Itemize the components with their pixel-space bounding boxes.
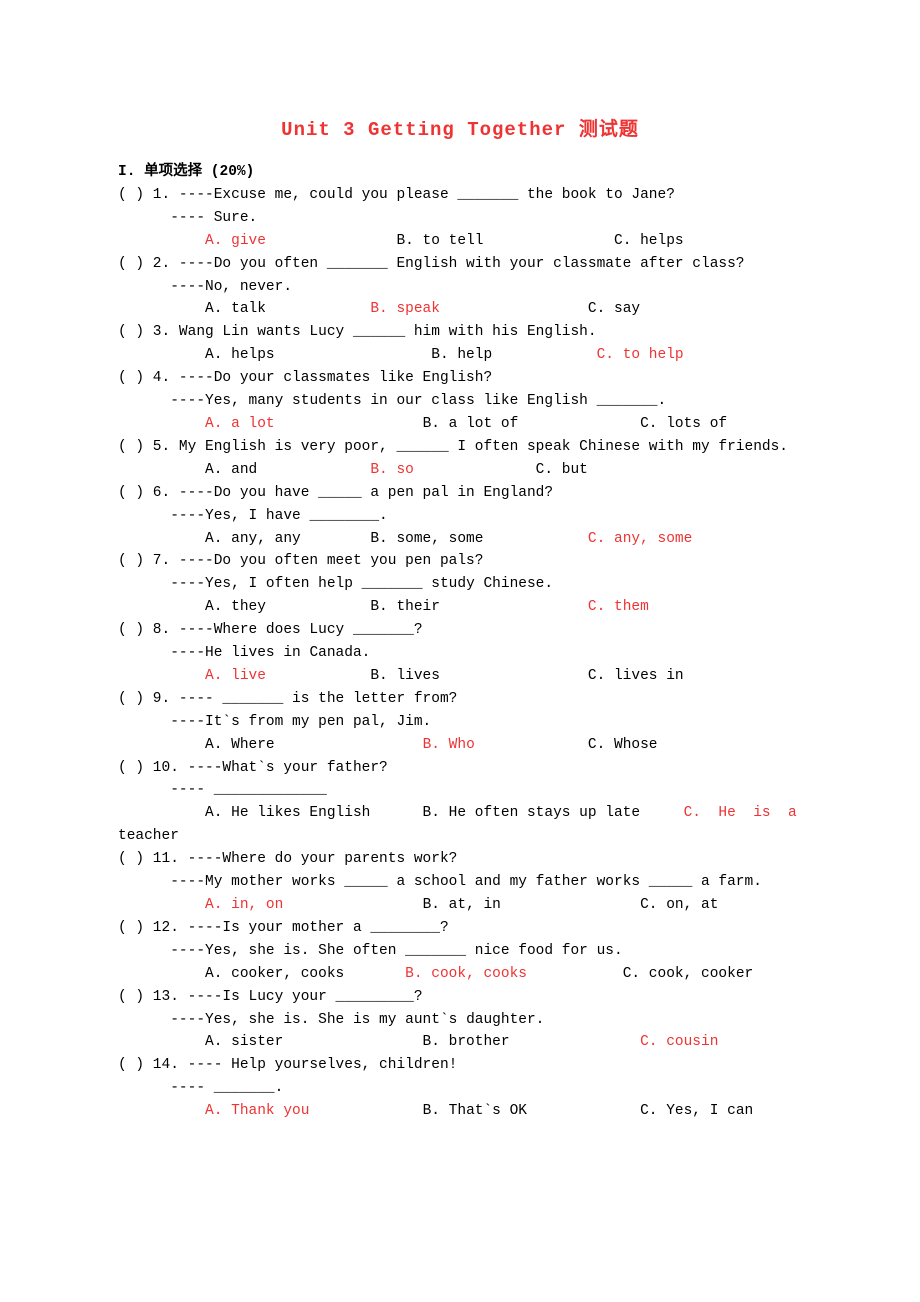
question-options: A. and B. so C. but [118, 459, 802, 482]
question-option-c-line2: teacher [118, 825, 802, 848]
question-stem: ( ) 7. ----Do you often meet you pen pal… [118, 550, 802, 573]
question-options: A. live B. lives C. lives in [118, 665, 802, 688]
section-header: I. 单项选择 (20%) [118, 161, 802, 184]
question: ( ) 10. ----What`s your father? ---- ___… [118, 757, 802, 849]
question: ( ) 5. My English is very poor, ______ I… [118, 436, 802, 482]
question-options: A. give B. to tell C. helps [118, 230, 802, 253]
question: ( ) 7. ----Do you often meet you pen pal… [118, 550, 802, 619]
question-options: A. a lot B. a lot of C. lots of [118, 413, 802, 436]
question: ( ) 6. ----Do you have _____ a pen pal i… [118, 482, 802, 551]
question-stem: ( ) 12. ----Is your mother a ________? [118, 917, 802, 940]
question-stem: ( ) 10. ----What`s your father? [118, 757, 802, 780]
question-options: A. helps B. help C. to help [118, 344, 802, 367]
question-options: A. in, on B. at, in C. on, at [118, 894, 802, 917]
question-stem: ( ) 8. ----Where does Lucy _______? [118, 619, 802, 642]
question-options: A. Where B. Who C. Whose [118, 734, 802, 757]
question-options: A. talk B. speak C. say [118, 298, 802, 321]
question-stem-2: ----He lives in Canada. [118, 642, 802, 665]
page-title: Unit 3 Getting Together 测试题 [118, 115, 802, 145]
question-stem: ( ) 4. ----Do your classmates like Engli… [118, 367, 802, 390]
question-stem-2: ----It`s from my pen pal, Jim. [118, 711, 802, 734]
question: ( ) 12. ----Is your mother a ________? -… [118, 917, 802, 986]
question-stem: ( ) 6. ----Do you have _____ a pen pal i… [118, 482, 802, 505]
question: ( ) 3. Wang Lin wants Lucy ______ him wi… [118, 321, 802, 367]
question-stem: ( ) 1. ----Excuse me, could you please _… [118, 184, 802, 207]
page: Unit 3 Getting Together 测试题 I. 单项选择 (20%… [0, 0, 920, 1302]
question: ( ) 13. ----Is Lucy your _________? ----… [118, 986, 802, 1055]
question-stem-2: ---- Sure. [118, 207, 802, 230]
question-stem-2: ----My mother works _____ a school and m… [118, 871, 802, 894]
question-options: A. He likes English B. He often stays up… [118, 802, 802, 825]
question: ( ) 4. ----Do your classmates like Engli… [118, 367, 802, 436]
question-stem: ( ) 3. Wang Lin wants Lucy ______ him wi… [118, 321, 802, 344]
question: ( ) 9. ---- _______ is the letter from? … [118, 688, 802, 757]
question: ( ) 8. ----Where does Lucy _______? ----… [118, 619, 802, 688]
question-stem-2: ----Yes, I have ________. [118, 505, 802, 528]
question: ( ) 2. ----Do you often _______ English … [118, 253, 802, 322]
question-stem: ( ) 2. ----Do you often _______ English … [118, 253, 802, 276]
question: ( ) 14. ---- Help yourselves, children! … [118, 1054, 802, 1123]
question-stem: ( ) 14. ---- Help yourselves, children! [118, 1054, 802, 1077]
question-stem-2: ---- _______. [118, 1077, 802, 1100]
question-stem-2: ----Yes, I often help _______ study Chin… [118, 573, 802, 596]
question-list: ( ) 1. ----Excuse me, could you please _… [118, 184, 802, 1123]
question-options: A. any, any B. some, some C. any, some [118, 528, 802, 551]
question-stem: ( ) 11. ----Where do your parents work? [118, 848, 802, 871]
question: ( ) 11. ----Where do your parents work? … [118, 848, 802, 917]
question-stem-2: ----No, never. [118, 276, 802, 299]
question: ( ) 1. ----Excuse me, could you please _… [118, 184, 802, 253]
question-stem-2: ---- _____________ [118, 779, 802, 802]
question-stem: ( ) 13. ----Is Lucy your _________? [118, 986, 802, 1009]
question-options: A. they B. their C. them [118, 596, 802, 619]
question-options: A. sister B. brother C. cousin [118, 1031, 802, 1054]
question-stem-2: ----Yes, many students in our class like… [118, 390, 802, 413]
question-options: A. Thank you B. That`s OK C. Yes, I can [118, 1100, 802, 1123]
question-stem-2: ----Yes, she is. She is my aunt`s daught… [118, 1009, 802, 1032]
question-stem-2: ----Yes, she is. She often _______ nice … [118, 940, 802, 963]
question-stem: ( ) 5. My English is very poor, ______ I… [118, 436, 802, 459]
question-options: A. cooker, cooks B. cook, cooks C. cook,… [118, 963, 802, 986]
question-stem: ( ) 9. ---- _______ is the letter from? [118, 688, 802, 711]
